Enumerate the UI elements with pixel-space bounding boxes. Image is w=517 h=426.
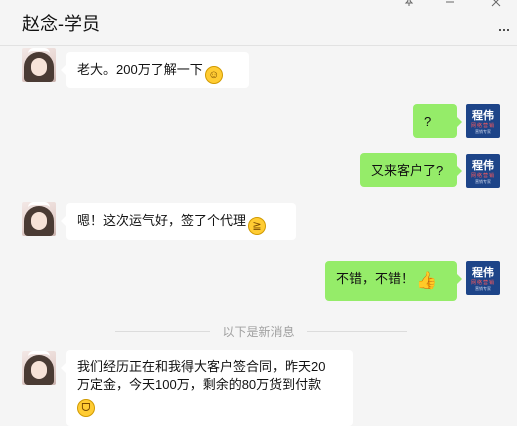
pin-icon[interactable] [404,0,414,9]
thumbs-up-icon: 👍 [416,271,438,290]
grin-icon: ᗜ [77,399,95,417]
message-text-line: 我们经历正在和我得大客户签合同，昨天20 [77,359,326,374]
message-bubble[interactable]: ? [413,104,462,138]
self-avatar[interactable]: 程伟 网络营销 营销专家 [466,154,500,188]
contact-avatar[interactable] [22,48,56,82]
message-text-line: 万定金，今天100万，剩余的80万货到付款 [77,377,322,392]
self-avatar[interactable]: 程伟 网络营销 营销专家 [466,261,500,295]
message-bubble[interactable]: 不错，不错！ 👍 [325,261,462,301]
message-bubble[interactable]: 老大。200万了解一下 ☺ [61,52,249,88]
message-text: 又来客户了? [371,163,444,178]
message-bubble[interactable]: 我们经历正在和我得大客户签合同，昨天20 万定金，今天100万，剩余的80万货到… [61,350,353,426]
minimize-icon[interactable] [445,0,455,9]
self-avatar[interactable]: 程伟 网络营销 营销专家 [466,104,500,138]
message-bubble[interactable]: 又来客户了? [360,153,462,187]
message-bubble[interactable]: 嗯！这次运气好，签了个代理 ≧ [61,203,296,240]
grinning-face-icon: ☺ [204,66,223,84]
message-text: 老大。200万了解一下 [77,62,203,77]
new-messages-divider: 以下是新消息 [222,325,295,339]
message-text: ? [424,114,432,129]
message-text: 不错，不错！ [336,271,415,286]
grinning-squint-icon: ≧ [248,217,267,235]
contact-avatar[interactable] [22,202,56,236]
chat-header: 赵念-学员 ··· [0,0,517,46]
chat-title: 赵念-学员 [22,14,100,34]
contact-avatar[interactable] [22,351,56,385]
more-icon[interactable]: ··· [497,20,511,38]
message-text: 嗯！这次运气好，签了个代理 [77,213,247,228]
close-icon[interactable] [491,0,501,9]
divider-line-right [307,331,407,332]
